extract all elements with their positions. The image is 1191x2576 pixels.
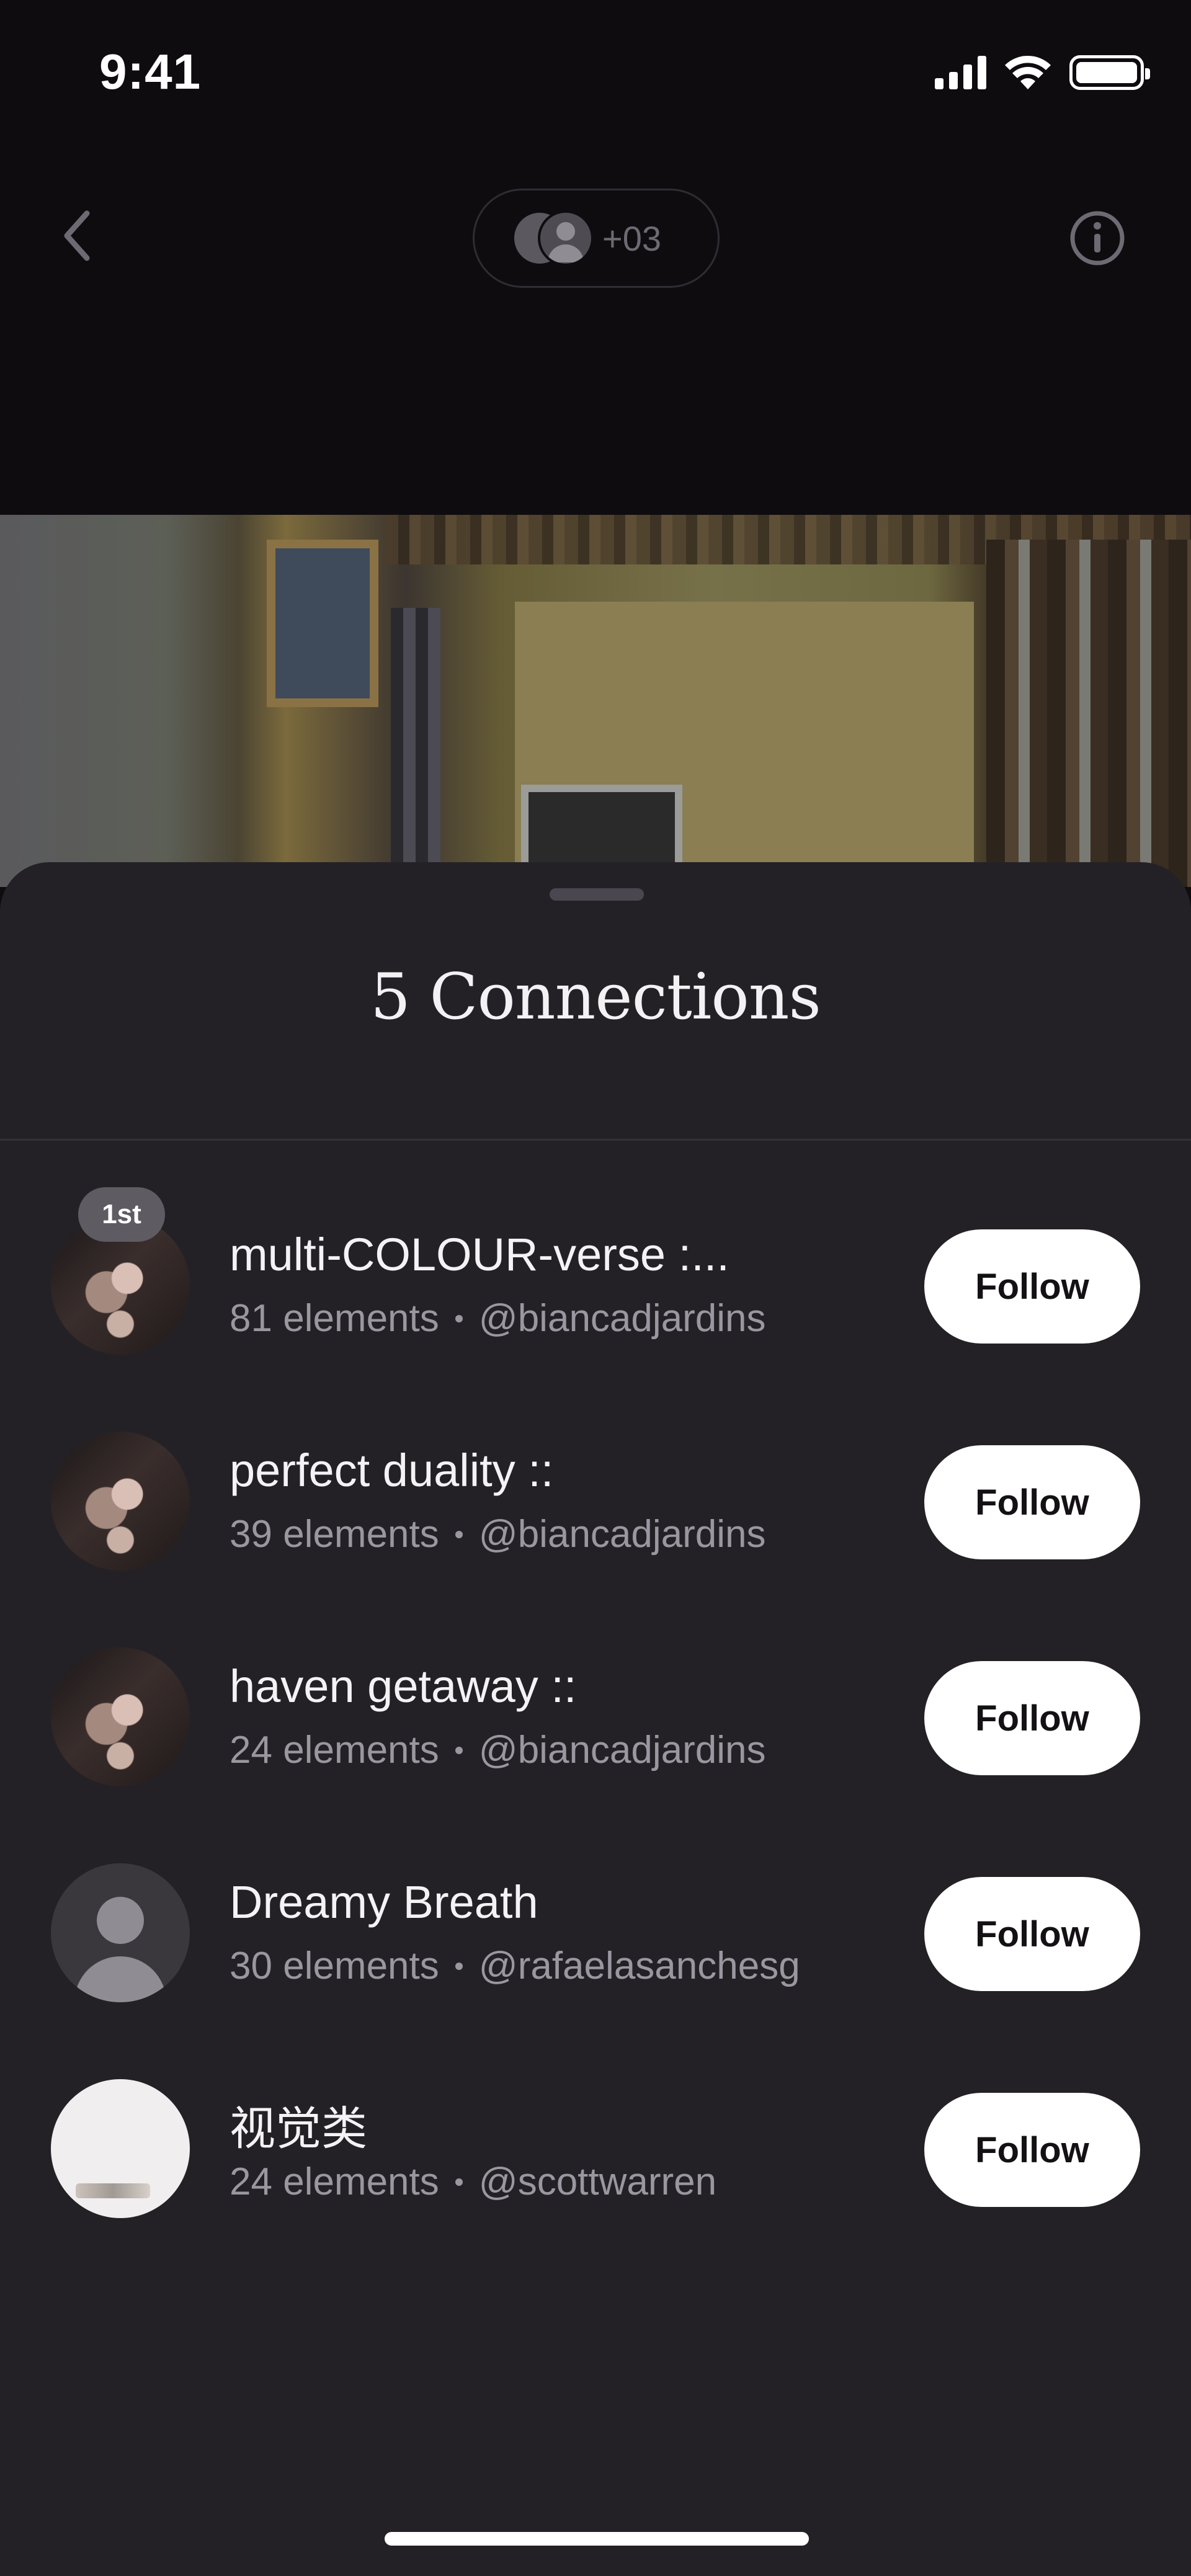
avatar — [51, 1647, 190, 1786]
collaborators-pill[interactable]: +03 — [473, 189, 720, 288]
separator-dot — [455, 1962, 463, 1970]
element-count: 30 elements — [230, 1945, 439, 1987]
info-button[interactable] — [1068, 209, 1126, 267]
avatar — [51, 1432, 190, 1571]
user-handle[interactable]: @scottwarren — [479, 2160, 716, 2204]
channel-title: perfect duality :: — [230, 1445, 554, 1496]
info-icon — [1070, 211, 1125, 265]
list-item[interactable]: 1st multi-COLOUR-verse :... 81 elements … — [0, 1187, 1191, 1413]
back-chevron-icon — [64, 210, 90, 261]
element-count: 24 elements — [230, 2160, 439, 2203]
follow-button[interactable]: Follow — [924, 1877, 1140, 1991]
element-count: 39 elements — [230, 1513, 439, 1556]
list-item[interactable]: Dreamy Breath 30 elements @rafaelasanche… — [0, 1845, 1191, 2061]
avatar — [51, 2079, 190, 2218]
avatar — [51, 1863, 190, 2002]
element-count: 24 elements — [230, 1729, 439, 1772]
status-bar: 9:41 — [0, 0, 1191, 143]
back-button[interactable] — [56, 205, 99, 267]
divider — [0, 1139, 1191, 1141]
home-indicator[interactable] — [385, 2532, 809, 2546]
connections-list: 1st multi-COLOUR-verse :... 81 elements … — [0, 1187, 1191, 2276]
user-handle[interactable]: @biancadjardins — [479, 1296, 766, 1340]
channel-title: multi-COLOUR-verse :... — [230, 1229, 729, 1280]
channel-meta: 24 elements @biancadjardins — [230, 1728, 766, 1772]
avatar — [538, 210, 594, 266]
collaborator-count: +03 — [602, 218, 661, 258]
signal-icon — [935, 56, 986, 89]
list-item[interactable]: perfect duality :: 39 elements @biancadj… — [0, 1413, 1191, 1629]
separator-dot — [455, 2178, 463, 2186]
user-handle[interactable]: @biancadjardins — [479, 1512, 766, 1556]
user-handle[interactable]: @rafaelasanchesg — [479, 1944, 800, 1988]
user-handle[interactable]: @biancadjardins — [479, 1728, 766, 1772]
channel-meta: 30 elements @rafaelasanchesg — [230, 1944, 800, 1988]
status-icons — [935, 55, 1150, 91]
separator-dot — [455, 1746, 463, 1754]
battery-icon — [1069, 55, 1150, 90]
collaborator-avatars — [512, 210, 599, 266]
channel-meta: 39 elements @biancadjardins — [230, 1512, 766, 1556]
element-count: 81 elements — [230, 1297, 439, 1340]
sheet-title: 5 Connections — [370, 960, 821, 1034]
channel-meta: 81 elements @biancadjardins — [230, 1296, 766, 1340]
list-item[interactable]: haven getaway :: 24 elements @biancadjar… — [0, 1629, 1191, 1845]
person-icon — [548, 222, 584, 262]
sheet-grabber[interactable] — [550, 888, 644, 901]
channel-title: haven getaway :: — [230, 1660, 577, 1712]
channel-title: Dreamy Breath — [230, 1876, 538, 1928]
degree-badge: 1st — [78, 1187, 165, 1242]
separator-dot — [455, 1530, 463, 1538]
person-icon — [74, 1897, 166, 2002]
follow-button[interactable]: Follow — [924, 1661, 1140, 1775]
follow-button[interactable]: Follow — [924, 1229, 1140, 1344]
status-time: 9:41 — [99, 44, 202, 99]
wifi-icon — [1005, 55, 1051, 89]
follow-button[interactable]: Follow — [924, 2093, 1140, 2207]
follow-button[interactable]: Follow — [924, 1445, 1140, 1559]
background-photo — [0, 515, 1191, 887]
list-item[interactable]: 视觉类 24 elements @scottwarren Follow — [0, 2061, 1191, 2276]
channel-title: 视觉类 — [230, 2103, 367, 2154]
separator-dot — [455, 1314, 463, 1322]
channel-meta: 24 elements @scottwarren — [230, 2160, 716, 2204]
